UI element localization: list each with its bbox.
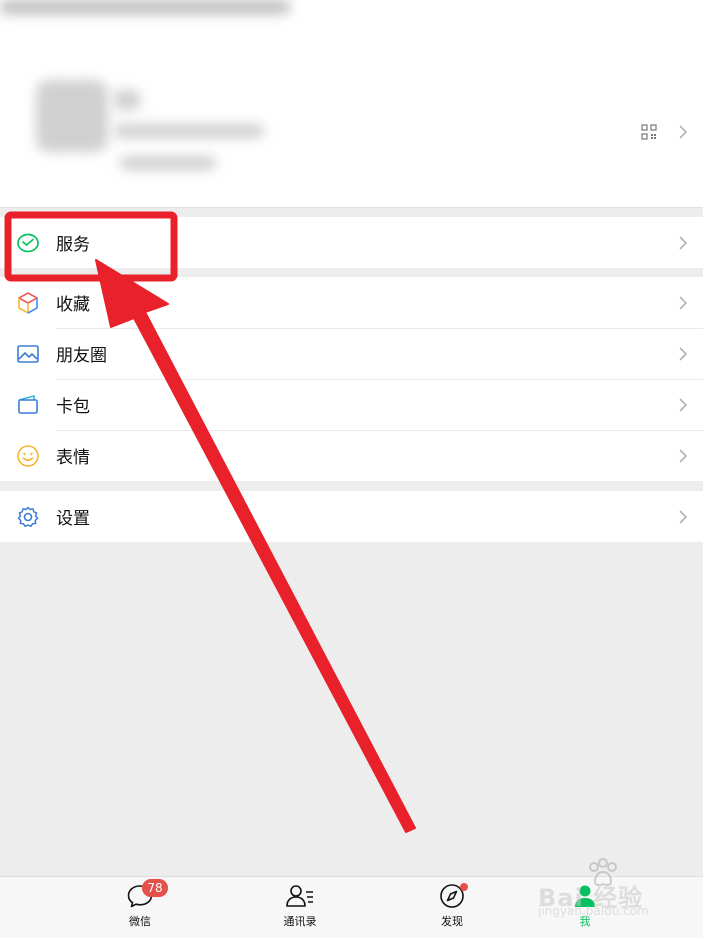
- menu-item-service[interactable]: 服务: [0, 217, 703, 268]
- chevron-right-icon: [679, 125, 687, 139]
- unread-badge: 78: [142, 879, 168, 897]
- menu-item-label: 朋友圈: [56, 346, 107, 366]
- tab-chats[interactable]: 78 微信: [110, 879, 170, 929]
- chevron-right-icon: [679, 397, 687, 412]
- wechat-pay-icon: [16, 231, 40, 255]
- sticker-smile-icon: [16, 444, 40, 468]
- tab-label: 通讯录: [283, 915, 317, 928]
- tab-label: 我: [579, 915, 591, 928]
- qr-code-link[interactable]: [641, 124, 687, 140]
- moments-image-icon: [16, 342, 40, 366]
- qr-code-icon: [641, 124, 657, 140]
- chevron-right-icon: [679, 346, 687, 361]
- menu-item-stickers[interactable]: 表情: [0, 430, 703, 481]
- menu-item-card-wallet[interactable]: 卡包: [0, 379, 703, 430]
- chevron-right-icon: [679, 295, 687, 310]
- blurred-nickname: [114, 90, 140, 110]
- blurred-wechat-id: [114, 124, 264, 138]
- menu-item-label: 设置: [56, 509, 90, 529]
- chevron-right-icon: [679, 448, 687, 463]
- contacts-icon: [286, 885, 313, 907]
- tab-discover[interactable]: 发现: [422, 883, 482, 929]
- menu-item-moments[interactable]: 朋友圈: [0, 328, 703, 379]
- card-wallet-icon: [16, 393, 40, 417]
- menu-item-favorites[interactable]: 收藏: [0, 277, 703, 328]
- menu-item-label: 服务: [56, 235, 90, 255]
- favorites-cube-icon: [16, 291, 40, 315]
- gear-icon: [16, 505, 40, 529]
- menu-item-label: 收藏: [56, 295, 90, 315]
- chevron-right-icon: [679, 235, 687, 250]
- tab-label: 发现: [441, 915, 463, 928]
- chevron-right-icon: [679, 509, 687, 524]
- menu-item-label: 表情: [56, 448, 90, 468]
- avatar[interactable]: [36, 80, 108, 152]
- menu-item-label: 卡包: [56, 397, 90, 417]
- blurred-status: [120, 156, 216, 170]
- new-dot-indicator: [460, 883, 468, 891]
- tab-me[interactable]: 我: [555, 883, 615, 929]
- me-person-icon: [575, 885, 595, 907]
- menu-group-service: 服务: [0, 217, 703, 268]
- menu-group-main: 收藏 朋友圈 卡包 表情: [0, 277, 703, 481]
- blurred-top-bar: [0, 0, 290, 14]
- menu-item-settings[interactable]: 设置: [0, 491, 703, 542]
- bottom-tab-bar: 78 微信 通讯录 发现 我: [0, 876, 703, 938]
- profile-header[interactable]: [0, 0, 703, 208]
- tab-label: 微信: [129, 915, 151, 928]
- tab-contacts[interactable]: 通讯录: [270, 883, 330, 929]
- menu-group-settings: 设置: [0, 491, 703, 542]
